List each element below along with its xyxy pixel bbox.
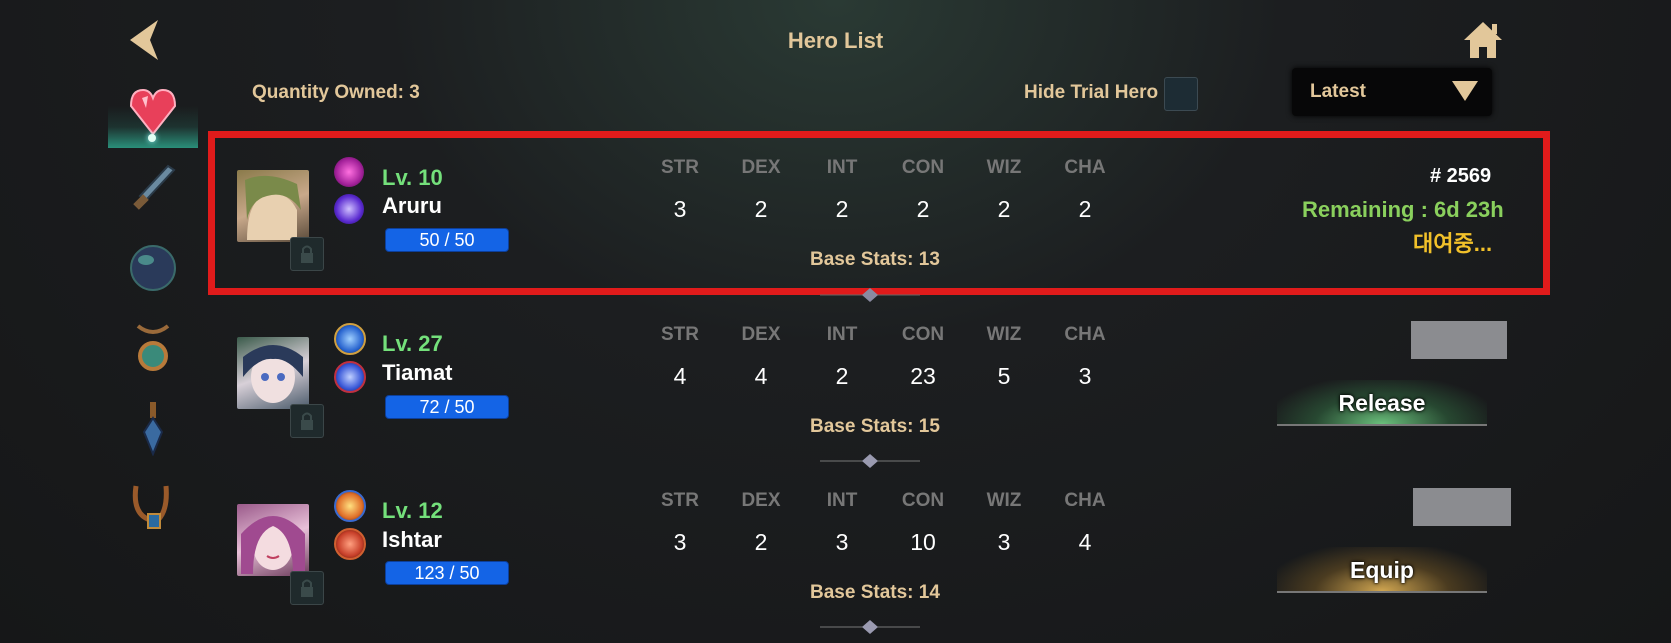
rental-status: 대여중...	[1413, 231, 1493, 256]
stat-header-str: STR	[661, 157, 699, 178]
element-icon-primary	[334, 157, 364, 187]
heart-gem-icon	[129, 88, 177, 136]
sidebar-item-weapons[interactable]	[108, 154, 198, 224]
lock-icon[interactable]	[290, 571, 324, 605]
page-title: Hero List	[787, 28, 884, 53]
base-stats: Base Stats: 14	[810, 582, 940, 603]
element-icon-secondary	[334, 194, 364, 224]
stat-header-str: STR	[661, 324, 699, 345]
lock-icon[interactable]	[290, 404, 324, 438]
element-icon-primary	[334, 323, 366, 355]
stat-header-con: CON	[901, 324, 945, 345]
stat-value-dex: 2	[754, 196, 768, 222]
rental-remaining: Remaining : 6d 23h	[1302, 197, 1504, 222]
hero-id: # 2569	[1430, 165, 1492, 187]
element-icon-primary	[334, 490, 366, 522]
stat-value-int: 3	[835, 529, 849, 555]
stat-header-cha: CHA	[1064, 157, 1106, 178]
hero-level: Lv. 12	[382, 498, 443, 523]
sidebar-item-earrings[interactable]	[108, 394, 198, 464]
stat-header-str: STR	[661, 490, 699, 511]
home-icon	[1464, 22, 1502, 58]
stat-header-cha: CHA	[1064, 324, 1106, 345]
stat-header-wiz: WIZ	[986, 490, 1022, 511]
hero-portrait-tiamat	[237, 337, 309, 409]
stat-value-str: 3	[673, 529, 687, 555]
stat-value-str: 3	[673, 196, 687, 222]
equip-button[interactable]: Equip	[1277, 547, 1487, 597]
hero-portrait-aruru	[237, 170, 309, 242]
home-button[interactable]	[1462, 20, 1504, 60]
amulet-icon	[136, 324, 170, 371]
stat-value-con: 10	[910, 529, 936, 555]
stat-header-int: INT	[826, 490, 858, 511]
hide-trial-checkbox[interactable]	[1164, 77, 1198, 111]
sword-icon	[133, 164, 176, 210]
hero-level: Lv. 27	[382, 331, 443, 356]
stat-value-wiz: 5	[997, 363, 1011, 389]
stat-header-con: CON	[901, 157, 945, 178]
element-icon-secondary	[334, 361, 366, 393]
stat-header-wiz: WIZ	[986, 324, 1022, 345]
placeholder-box	[1411, 321, 1507, 359]
hero-portrait-ishtar	[237, 504, 309, 576]
release-button-label: Release	[1338, 390, 1426, 416]
stat-header-dex: DEX	[741, 324, 781, 345]
chevron-down-icon	[1452, 81, 1478, 101]
stat-header-dex: DEX	[741, 490, 781, 511]
stat-value-cha: 4	[1078, 529, 1092, 555]
stat-value-cha: 2	[1078, 196, 1092, 222]
stat-header-int: INT	[826, 157, 858, 178]
stat-header-cha: CHA	[1064, 490, 1106, 511]
sort-dropdown[interactable]: Latest	[1292, 68, 1492, 116]
sidebar-item-orbs[interactable]	[108, 234, 198, 304]
stat-value-cha: 3	[1078, 363, 1092, 389]
stat-header-wiz: WIZ	[986, 157, 1022, 178]
hide-trial-label: Hide Trial Hero	[1024, 82, 1159, 103]
stat-value-dex: 2	[754, 529, 768, 555]
base-stats: Base Stats: 15	[810, 416, 940, 437]
hero-level: Lv. 10	[382, 165, 443, 190]
stat-value-con: 2	[916, 196, 930, 222]
release-button[interactable]: Release	[1277, 380, 1487, 430]
sort-value: Latest	[1310, 81, 1366, 102]
hero-hp-bar: 50 / 50	[385, 228, 509, 252]
necklace-icon	[132, 485, 169, 529]
sidebar-item-heroes[interactable]	[108, 78, 198, 148]
hero-hp-bar: 123 / 50	[385, 561, 509, 585]
hero-name: Ishtar	[382, 527, 442, 552]
stat-header-con: CON	[901, 490, 945, 511]
stat-value-int: 2	[835, 363, 849, 389]
lock-icon[interactable]	[290, 237, 324, 271]
hero-hp-bar: 72 / 50	[385, 395, 509, 419]
stat-value-dex: 4	[754, 363, 768, 389]
stat-header-dex: DEX	[741, 157, 781, 178]
stat-value-wiz: 2	[997, 196, 1011, 222]
stat-value-wiz: 3	[997, 529, 1011, 555]
hero-name: Tiamat	[382, 360, 453, 385]
hero-name: Aruru	[382, 193, 442, 218]
placeholder-box	[1413, 488, 1511, 526]
quantity-owned: Quantity Owned: 3	[252, 82, 420, 103]
base-stats: Base Stats: 13	[810, 249, 940, 270]
equip-button-label: Equip	[1350, 557, 1414, 583]
stat-value-int: 2	[835, 196, 849, 222]
sidebar-item-necklaces[interactable]	[108, 474, 198, 544]
element-icon-secondary	[334, 528, 366, 560]
row-divider-ornament	[820, 620, 920, 634]
sidebar-item-amulets[interactable]	[108, 314, 198, 384]
stat-value-str: 4	[673, 363, 687, 389]
stat-value-con: 23	[910, 363, 936, 389]
orb-icon	[130, 245, 176, 291]
stat-header-int: INT	[826, 324, 858, 345]
earring-icon	[142, 402, 164, 456]
